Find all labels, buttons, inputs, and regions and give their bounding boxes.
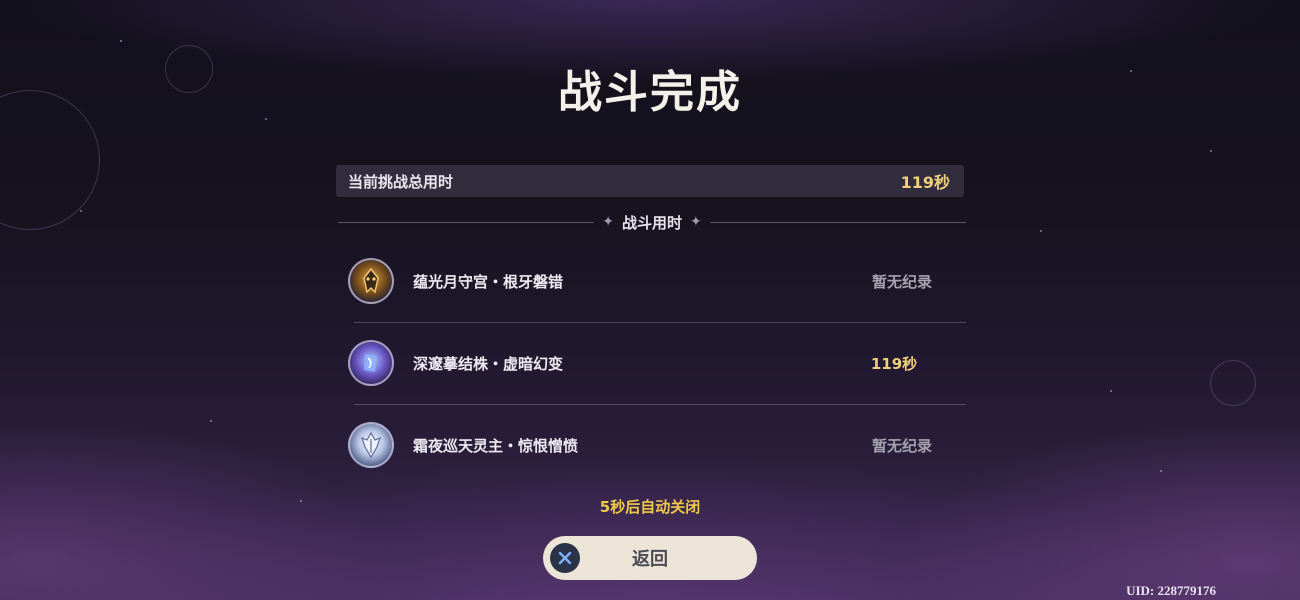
section-label: 战斗用时 <box>622 213 683 232</box>
boss-record: 暂无纪录 <box>871 272 932 291</box>
close-icon <box>550 543 580 573</box>
boss-list: 蕴光月守宫・根牙磐错 暂无纪录 深邃摹结株・虚暗幻变 119秒 霜夜巡天灵主・惊… <box>348 240 966 486</box>
boss-portrait-icon <box>348 340 394 386</box>
boss-portrait-icon <box>348 422 394 468</box>
total-time-label: 当前挑战总用时 <box>348 172 454 191</box>
boss-name: 蕴光月守宫・根牙磐错 <box>413 272 564 291</box>
boss-portrait-icon <box>348 258 394 304</box>
boss-row: 蕴光月守宫・根牙磐错 暂无纪录 <box>348 240 966 322</box>
sparkle-icon: ✦ <box>690 214 702 230</box>
uid-label: UID: 228779176 <box>1126 583 1216 598</box>
sparkle-icon: ✦ <box>602 214 614 230</box>
total-time-value: 119秒 <box>900 173 950 192</box>
boss-record: 119秒 <box>870 354 918 373</box>
total-time-bar: 当前挑战总用时 119秒 <box>336 165 964 197</box>
back-button-label: 返回 <box>632 549 668 570</box>
section-header: ✦ 战斗用时 ✦ <box>338 208 967 236</box>
divider-line <box>709 221 967 223</box>
divider-line <box>338 221 595 223</box>
boss-name: 深邃摹结株・虚暗幻变 <box>413 354 564 373</box>
boss-row: 霜夜巡天灵主・惊恨憎愤 暂无纪录 <box>348 404 966 486</box>
back-button[interactable]: 返回 <box>543 536 757 580</box>
page-title: 战斗完成 <box>558 67 742 118</box>
boss-row: 深邃摹结株・虚暗幻变 119秒 <box>348 322 966 404</box>
boss-record: 暂无纪录 <box>871 436 932 455</box>
boss-name: 霜夜巡天灵主・惊恨憎愤 <box>413 436 579 455</box>
auto-close-notice: 5秒后自动关闭 <box>599 498 701 516</box>
